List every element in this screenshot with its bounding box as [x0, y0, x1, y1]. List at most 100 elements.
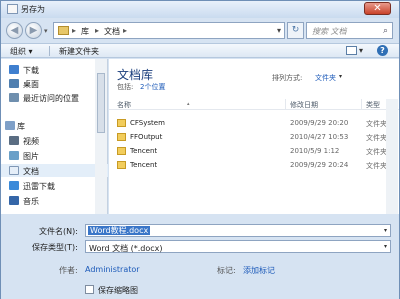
library-includes-label: 包括:	[117, 83, 134, 91]
author-value[interactable]: Administrator	[85, 265, 140, 274]
sidebar-item-documents[interactable]: 文档	[1, 164, 108, 177]
libraries-icon	[5, 121, 15, 130]
sidebar-item-libraries[interactable]: 库	[1, 119, 108, 132]
file-date: 2009/9/29 20:24	[290, 161, 349, 169]
view-options-icon[interactable]	[346, 46, 357, 55]
navigation-scrollbar[interactable]	[95, 59, 107, 214]
search-icon[interactable]: ⌕	[383, 26, 388, 36]
arrange-by-dropdown-icon[interactable]: ▾	[339, 73, 342, 80]
file-list-scrollbar[interactable]	[386, 99, 398, 214]
author-label: 作者:	[59, 266, 78, 275]
sidebar-item-pictures[interactable]: 图片	[1, 149, 108, 162]
column-divider[interactable]	[361, 99, 362, 110]
view-dropdown-icon[interactable]: ▾	[359, 46, 363, 55]
sidebar-item-label: 桌面	[23, 80, 39, 89]
file-name: Tencent	[130, 147, 158, 155]
organize-button[interactable]: 组织 ▾	[10, 46, 33, 57]
sidebar-item-label: 音乐	[23, 197, 39, 206]
download-folder-icon	[9, 65, 19, 74]
file-type: 文件夹	[366, 162, 387, 170]
sort-caret-icon: ▴	[187, 101, 190, 107]
navigation-bar: ◀ ▶ ▾ ▸ 库 ▸ 文档 ▸ ▾ ↻ 搜索 文档 ⌕	[1, 18, 399, 43]
toolbar-divider	[49, 46, 50, 56]
sidebar-item-desktop[interactable]: 桌面	[1, 77, 108, 90]
breadcrumb-separator-icon: ▸	[123, 26, 128, 35]
pictures-icon	[9, 151, 19, 160]
filename-dropdown-icon[interactable]: ▾	[384, 227, 387, 234]
scrollbar-thumb[interactable]	[97, 73, 105, 133]
address-bar[interactable]: ▸ 库 ▸ 文档 ▸ ▾	[53, 22, 285, 39]
file-type: 文件夹	[366, 134, 387, 142]
tags-label: 标记:	[217, 266, 236, 275]
filename-value: Word教程.docx	[88, 226, 151, 235]
file-type: 文件夹	[366, 148, 387, 156]
library-locations-link[interactable]: 2个位置	[140, 82, 165, 92]
sidebar-item-downloads[interactable]: 下载	[1, 63, 108, 76]
breadcrumb-separator-icon: ▸	[72, 26, 77, 35]
folder-icon	[117, 161, 126, 169]
file-row[interactable]: Tencent 2010/5/9 1:12 文件夹	[109, 145, 399, 157]
folder-icon	[117, 147, 126, 155]
address-dropdown-icon[interactable]: ▾	[277, 26, 281, 35]
file-name: CFSystem	[130, 119, 165, 127]
music-icon	[9, 196, 19, 205]
save-thumbnail-label: 保存缩略图	[98, 286, 138, 295]
window-title: 另存为	[21, 5, 45, 14]
filename-field[interactable]: Word教程.docx ▾	[85, 224, 391, 237]
filetype-select[interactable]: Word 文档 (*.docx) ▾	[85, 240, 391, 253]
sidebar-item-label: 迅雷下载	[23, 182, 55, 191]
filetype-dropdown-icon[interactable]: ▾	[384, 243, 387, 250]
column-date-modified[interactable]: 修改日期	[290, 100, 318, 110]
file-date: 2010/5/9 1:12	[290, 147, 340, 155]
tags-value[interactable]: 添加标记	[243, 265, 275, 276]
file-date: 2010/4/27 10:53	[290, 133, 349, 141]
sidebar-item-label: 最近访问的位置	[23, 94, 79, 103]
app-icon	[7, 4, 18, 14]
navigation-pane: 下载 桌面 最近访问的位置 库 视频 图片 文档 迅雷下载 音乐	[1, 59, 108, 214]
refresh-button[interactable]: ↻	[287, 22, 304, 39]
sidebar-item-thunder-download[interactable]: 迅雷下载	[1, 179, 108, 192]
documents-icon	[9, 166, 19, 175]
column-header: 名称 ▴ 修改日期 类型	[109, 99, 399, 110]
thunder-download-icon	[9, 181, 19, 190]
desktop-icon	[9, 79, 19, 88]
sidebar-item-music[interactable]: 音乐	[1, 194, 108, 207]
file-row[interactable]: Tencent 2009/9/29 20:24 文件夹	[109, 159, 399, 171]
back-button[interactable]: ◀	[6, 22, 23, 39]
folder-icon	[58, 26, 69, 35]
breadcrumb-documents[interactable]: 文档	[104, 26, 120, 37]
search-input[interactable]: 搜索 文档 ⌕	[306, 22, 393, 39]
breadcrumb-separator-icon: ▸	[95, 26, 100, 35]
arrange-by-label: 排列方式:	[272, 74, 303, 82]
filetype-value: Word 文档 (*.docx)	[89, 244, 163, 253]
close-button[interactable]: ✕	[364, 2, 391, 15]
column-type[interactable]: 类型	[366, 100, 380, 110]
command-toolbar: 组织 ▾ 新建文件夹 ▾ ?	[1, 43, 399, 58]
folder-icon	[117, 133, 126, 141]
file-name: FFOutput	[130, 133, 163, 141]
file-list-pane: 文档库 包括: 2个位置 排列方式: 文件夹 ▾ 名称 ▴ 修改日期 类型 CF…	[109, 59, 399, 214]
file-row[interactable]: CFSystem 2009/9/29 20:20 文件夹	[109, 117, 399, 129]
breadcrumb-library[interactable]: 库	[81, 26, 89, 37]
sidebar-item-label: 文档	[23, 167, 39, 176]
sidebar-item-videos[interactable]: 视频	[1, 134, 108, 147]
arrange-by-value[interactable]: 文件夹	[315, 73, 336, 83]
history-dropdown-icon[interactable]: ▾	[44, 27, 48, 35]
title-bar[interactable]: 另存为 ✕	[1, 1, 399, 18]
forward-button[interactable]: ▶	[25, 22, 42, 39]
column-name[interactable]: 名称	[117, 100, 131, 110]
sidebar-item-label: 下载	[23, 66, 39, 75]
sidebar-item-recent-places[interactable]: 最近访问的位置	[1, 91, 108, 104]
folder-icon	[117, 119, 126, 127]
save-as-dialog: 另存为 ✕ ◀ ▶ ▾ ▸ 库 ▸ 文档 ▸ ▾ ↻ 搜索 文档 ⌕ 组织 ▾ …	[0, 0, 400, 299]
file-row[interactable]: FFOutput 2010/4/27 10:53 文件夹	[109, 131, 399, 143]
sidebar-item-label: 图片	[23, 152, 39, 161]
library-title: 文档库	[117, 68, 154, 82]
column-divider[interactable]	[285, 99, 286, 110]
save-thumbnail-checkbox[interactable]	[85, 285, 94, 294]
new-folder-button[interactable]: 新建文件夹	[59, 46, 99, 57]
help-icon[interactable]: ?	[377, 45, 388, 56]
file-date: 2009/9/29 20:20	[290, 119, 349, 127]
sidebar-item-label: 库	[17, 122, 25, 131]
search-placeholder: 搜索 文档	[312, 27, 347, 36]
